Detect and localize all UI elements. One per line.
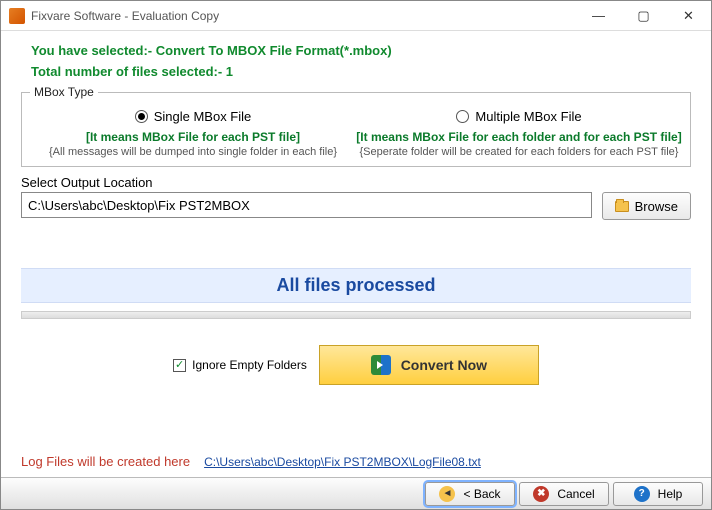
output-path-input[interactable]: [21, 192, 592, 218]
ignore-empty-checkbox[interactable]: Ignore Empty Folders: [173, 358, 307, 372]
status-banner: All files processed: [21, 268, 691, 303]
output-location-label: Select Output Location: [21, 175, 691, 190]
titlebar: Fixvare Software - Evaluation Copy — ▢ ✕: [1, 1, 711, 31]
back-icon: ◄: [439, 486, 455, 502]
app-icon: [9, 8, 25, 24]
single-desc-note: {All messages will be dumped into single…: [30, 146, 356, 158]
ignore-empty-label: Ignore Empty Folders: [192, 358, 307, 372]
window-title: Fixvare Software - Evaluation Copy: [31, 9, 576, 23]
radio-single-mbox[interactable]: Single MBox File: [30, 109, 356, 124]
log-file-link[interactable]: C:\Users\abc\Desktop\Fix PST2MBOX\LogFil…: [204, 455, 481, 469]
folder-icon: [615, 201, 629, 212]
convert-icon: [371, 355, 391, 375]
convert-label: Convert Now: [401, 357, 487, 373]
back-label: < Back: [463, 487, 500, 501]
checkbox-icon: [173, 359, 186, 372]
selection-summary: You have selected:- Convert To MBOX File…: [31, 43, 691, 58]
radio-icon: [135, 110, 148, 123]
radio-multiple-mbox[interactable]: Multiple MBox File: [356, 109, 682, 124]
radio-icon: [456, 110, 469, 123]
multiple-desc-note: {Seperate folder will be created for eac…: [356, 146, 682, 158]
radio-multiple-label: Multiple MBox File: [475, 109, 581, 124]
file-count: Total number of files selected:- 1: [31, 64, 691, 79]
cancel-button[interactable]: ✖ Cancel: [519, 482, 609, 506]
back-button[interactable]: ◄ < Back: [425, 482, 515, 506]
maximize-button[interactable]: ▢: [621, 2, 666, 30]
multiple-desc-bold: [It means MBox File for each folder and …: [356, 130, 682, 144]
mbox-type-group: MBox Type Single MBox File [It means MBo…: [21, 85, 691, 167]
mbox-legend: MBox Type: [30, 85, 98, 99]
footer-bar: ◄ < Back ✖ Cancel ? Help: [1, 477, 711, 509]
progress-bar: [21, 311, 691, 319]
help-icon: ?: [634, 486, 650, 502]
help-label: Help: [658, 487, 683, 501]
single-desc-bold: [It means MBox File for each PST file]: [30, 130, 356, 144]
log-label: Log Files will be created here: [21, 454, 190, 469]
convert-now-button[interactable]: Convert Now: [319, 345, 539, 385]
minimize-button[interactable]: —: [576, 2, 621, 30]
help-button[interactable]: ? Help: [613, 482, 703, 506]
cancel-label: Cancel: [557, 487, 594, 501]
browse-button[interactable]: Browse: [602, 192, 691, 220]
cancel-icon: ✖: [533, 486, 549, 502]
close-button[interactable]: ✕: [666, 2, 711, 30]
radio-single-label: Single MBox File: [154, 109, 252, 124]
browse-label: Browse: [635, 199, 678, 214]
